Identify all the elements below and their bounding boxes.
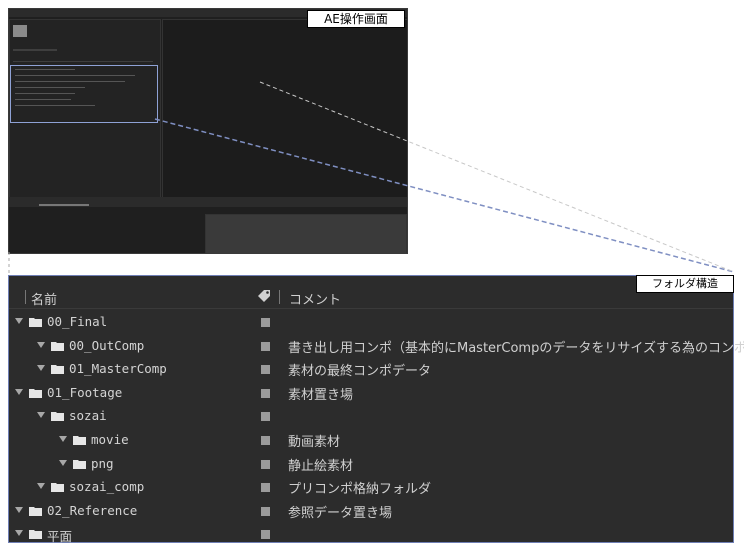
folder-name: 平面: [47, 529, 73, 545]
expand-caret-icon[interactable]: [15, 506, 23, 513]
folder-name: sozai_comp: [69, 479, 145, 495]
folder-name: 00_Final: [47, 314, 108, 329]
comment-column-header[interactable]: コメント: [289, 289, 341, 308]
expand-caret-icon[interactable]: [37, 365, 45, 372]
folder-icon: [29, 528, 42, 540]
label-color-swatch[interactable]: [261, 435, 270, 445]
expand-caret-icon[interactable]: [15, 318, 23, 324]
folder-name: 01_MasterComp: [69, 361, 167, 377]
expand-caret-icon[interactable]: [15, 388, 23, 395]
folder-name: 02_Reference: [47, 502, 138, 518]
expand-caret-icon[interactable]: [59, 459, 67, 466]
label-color-swatch[interactable]: [261, 318, 270, 327]
label-color-swatch[interactable]: [261, 388, 270, 398]
folder-row[interactable]: movie 動画素材: [9, 428, 733, 452]
folder-row[interactable]: sozai: [9, 404, 733, 428]
label-color-swatch[interactable]: [261, 459, 270, 469]
folder-name: sozai: [69, 408, 107, 424]
folder-comment: 動画素材: [288, 434, 341, 450]
folder-row[interactable]: 00_Final: [9, 310, 733, 334]
thumb-preview-swatch: [13, 25, 27, 37]
thumb-divider: [13, 49, 57, 51]
folder-comment: 静止絵素材: [288, 458, 354, 474]
folder-icon: [29, 316, 42, 327]
folder-structure-panel: フォルダ構造 名前 コメント 00_Final 00_OutComp 書き出し用コン…: [8, 275, 744, 546]
folder-row[interactable]: sozai_comp プリコンポ格納フォルダ: [9, 475, 733, 499]
expand-caret-icon[interactable]: [15, 530, 23, 537]
folder-name: movie: [91, 431, 129, 447]
folder-icon: [51, 340, 64, 351]
folder-comment: 素材の最終コンポデータ: [288, 364, 432, 380]
folder-icon: [51, 363, 64, 375]
folder-comment: 素材置き場: [288, 387, 354, 403]
folder-name: 01_Footage: [47, 384, 123, 400]
folder-row[interactable]: 02_Reference 参照データ置き場: [9, 499, 733, 523]
label-color-swatch[interactable]: [261, 341, 270, 351]
folder-comment: プリコンポ格納フォルダ: [288, 482, 432, 498]
folder-row[interactable]: 平面: [9, 522, 733, 546]
ae-screenshot-thumbnail: AE操作画面: [8, 8, 408, 254]
thumb-divider: [13, 61, 153, 62]
folder-comment: 参照データ置き場: [288, 505, 393, 521]
thumb-timeline-area: [205, 214, 407, 253]
label-color-swatch[interactable]: [261, 483, 270, 493]
column-separator: [279, 290, 280, 304]
column-header-row: 名前 コメント: [9, 286, 733, 309]
folder-icon: [73, 434, 86, 445]
folder-row[interactable]: png 静止絵素材: [9, 452, 733, 476]
folder-icon: [51, 481, 64, 493]
name-column-header[interactable]: 名前: [31, 289, 57, 308]
folder-icon: [73, 458, 86, 469]
label-color-swatch[interactable]: [261, 412, 270, 422]
expand-caret-icon[interactable]: [37, 483, 45, 490]
tag-icon[interactable]: [256, 289, 272, 303]
label-color-swatch[interactable]: [261, 365, 270, 375]
folder-structure-label: フォルダ構造: [636, 275, 734, 293]
thumb-selection-box: [10, 65, 158, 123]
thumb-timeline-bar: [39, 204, 89, 206]
folder-name: png: [91, 455, 114, 471]
ae-screen-label: AE操作画面: [307, 10, 405, 28]
expand-caret-icon[interactable]: [59, 435, 67, 442]
folder-row[interactable]: 01_Footage 素材置き場: [9, 381, 733, 405]
folder-comment: 書き出し用コンポ（基本的にMasterCompのデータをリサイズする為のコンポ）: [288, 340, 744, 356]
folder-row[interactable]: 01_MasterComp 素材の最終コンポデータ: [9, 357, 733, 381]
thumb-composition-panel: [162, 19, 407, 201]
label-color-swatch[interactable]: [261, 506, 270, 516]
label-color-swatch[interactable]: [261, 530, 270, 540]
folder-name: 00_OutComp: [69, 337, 145, 353]
column-separator: [25, 290, 26, 304]
folder-icon: [29, 505, 42, 516]
folder-list: 00_Final 00_OutComp 書き出し用コンポ（基本的にMasterCom…: [9, 310, 744, 546]
expand-caret-icon[interactable]: [37, 412, 45, 419]
expand-caret-icon[interactable]: [37, 341, 45, 348]
folder-row[interactable]: 00_OutComp 書き出し用コンポ（基本的にMasterCompのデータをリサ…: [9, 334, 744, 358]
folder-icon: [29, 387, 42, 398]
folder-icon: [51, 410, 64, 422]
